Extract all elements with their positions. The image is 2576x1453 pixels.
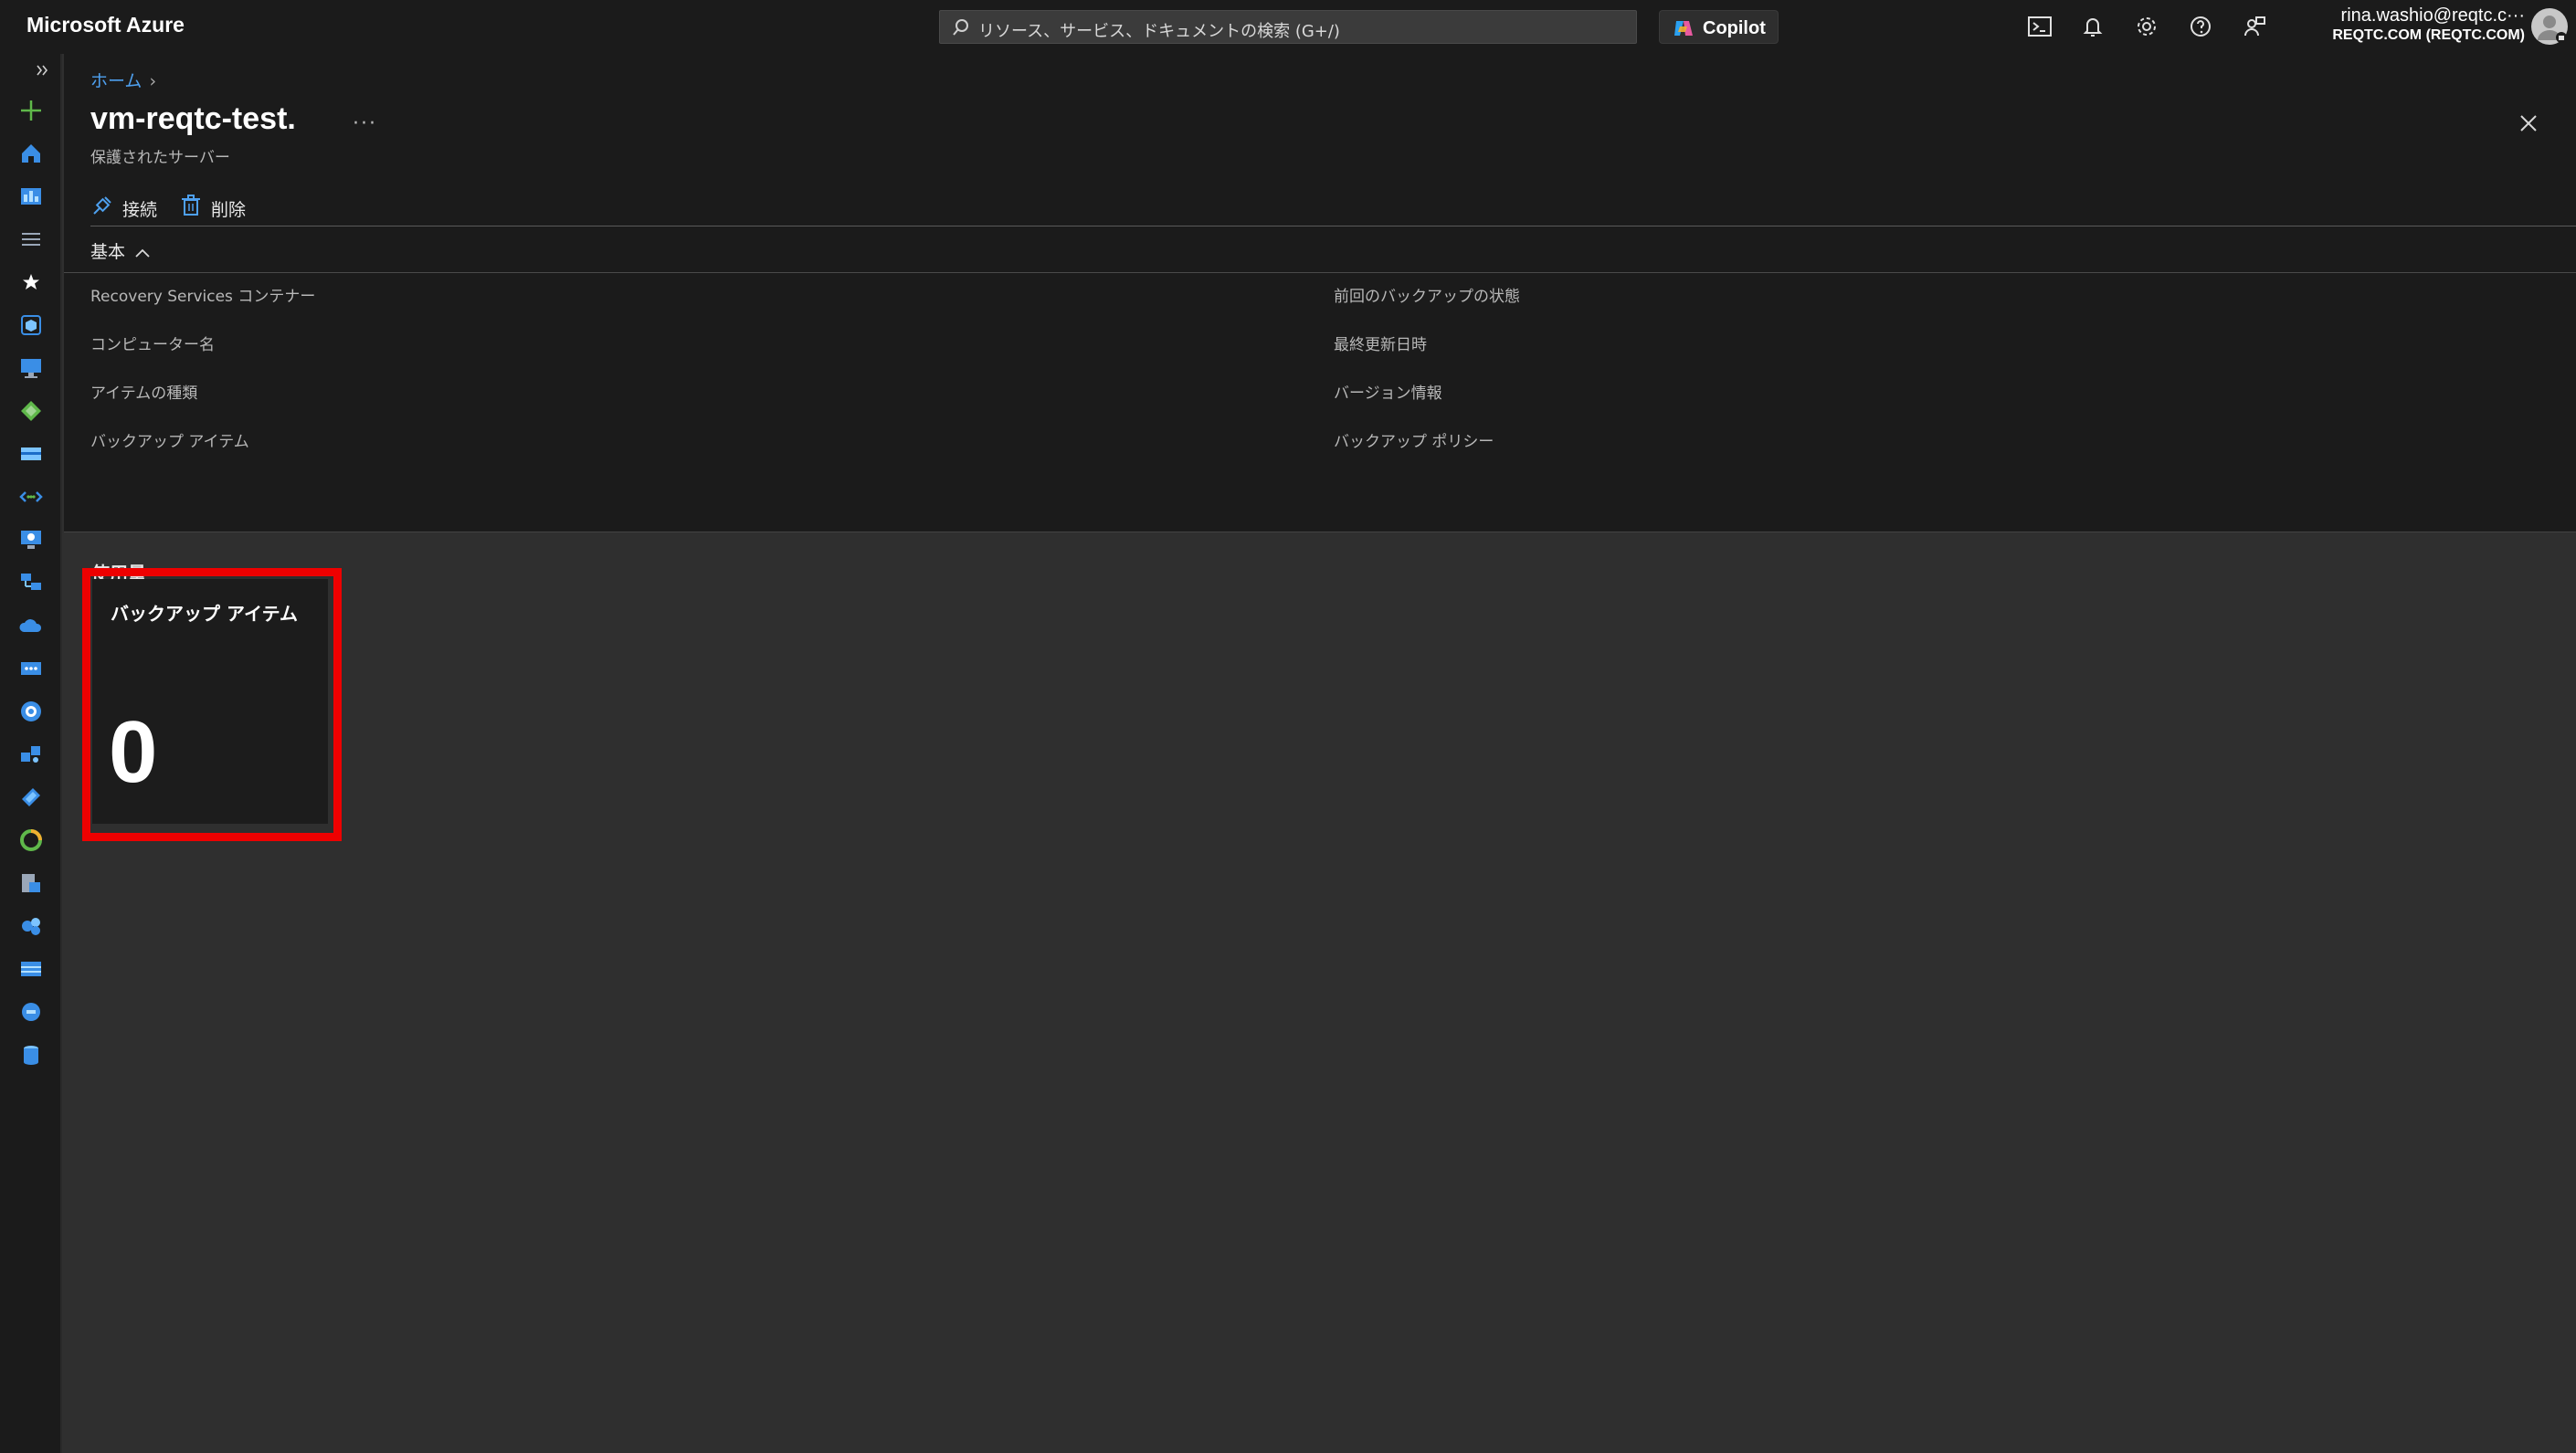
dashboard-icon[interactable] xyxy=(18,184,44,209)
settings-icon[interactable] xyxy=(2133,13,2160,40)
tile-value: 0 xyxy=(109,703,158,801)
property-label: Recovery Services コンテナー xyxy=(90,288,316,306)
close-icon[interactable] xyxy=(2516,111,2541,136)
sql-icon[interactable] xyxy=(18,570,44,595)
left-nav-rail xyxy=(0,54,62,1453)
page-subtitle: 保護されたサーバー xyxy=(90,149,230,167)
delete-label: 削除 xyxy=(211,200,247,220)
connect-button[interactable]: 接続 xyxy=(90,188,178,225)
virtual-machines-icon[interactable] xyxy=(18,355,44,381)
defender-icon[interactable] xyxy=(18,827,44,853)
storage-icon[interactable] xyxy=(18,956,44,982)
more-actions-button[interactable]: ··· xyxy=(353,112,377,135)
home-icon[interactable] xyxy=(18,141,44,166)
global-search-input[interactable]: リソース、サービス、ドキュメントの検索 (G+/) xyxy=(939,10,1637,44)
azure-ad-icon[interactable] xyxy=(18,784,44,810)
notifications-icon[interactable] xyxy=(2079,13,2106,40)
divider xyxy=(64,272,2576,273)
create-resource-icon[interactable] xyxy=(18,98,44,123)
property-label: バックアップ アイテム xyxy=(90,433,249,451)
all-services-icon[interactable] xyxy=(18,226,44,252)
property-label: アイテムの種類 xyxy=(90,384,198,403)
database-icon[interactable] xyxy=(18,1042,44,1068)
breadcrumb-home-link[interactable]: ホーム xyxy=(90,71,142,91)
page-title: vm-reqtc-test. xyxy=(90,101,296,136)
trash-icon xyxy=(182,195,200,216)
property-label: 前回のバックアップの状態 xyxy=(1334,288,1520,306)
resource-groups-icon[interactable] xyxy=(18,312,44,338)
cost-icon[interactable] xyxy=(18,999,44,1025)
policy-icon[interactable] xyxy=(18,913,44,939)
copilot-label: Copilot xyxy=(1703,18,1766,38)
chevron-double-right-icon[interactable] xyxy=(35,63,49,78)
breadcrumb-chevron-icon: › xyxy=(149,71,157,91)
plug-icon xyxy=(93,196,111,215)
copilot-icon xyxy=(1674,21,1693,36)
property-label: 最終更新日時 xyxy=(1334,336,1427,354)
help-icon[interactable] xyxy=(2187,13,2214,40)
advisor-icon[interactable] xyxy=(18,699,44,724)
chevron-up-icon xyxy=(135,248,150,258)
cloud-services-icon[interactable] xyxy=(18,613,44,638)
monitor-icon[interactable] xyxy=(18,527,44,553)
tile-label: バックアップ アイテム xyxy=(111,603,298,625)
search-placeholder: リソース、サービス、ドキュメントの検索 (G+/) xyxy=(978,22,1340,41)
storage-accounts-icon[interactable] xyxy=(18,441,44,467)
feedback-icon[interactable] xyxy=(2241,13,2268,40)
brand-logo[interactable]: Microsoft Azure xyxy=(26,13,185,37)
cloud-shell-icon[interactable] xyxy=(2026,13,2053,40)
account-menu[interactable]: rina.washio@reqtc.c··· REQTC.COM (REQTC.… xyxy=(2332,5,2525,44)
blade-header: ホーム › vm-reqtc-test. ··· 保護されたサーバー 接続 削除 xyxy=(64,54,2576,532)
recovery-vault-icon[interactable] xyxy=(18,870,44,896)
search-icon xyxy=(953,19,968,36)
virtual-networks-icon[interactable] xyxy=(18,484,44,510)
essentials-label: 基本 xyxy=(90,242,126,262)
top-bar: Microsoft Azure リソース、サービス、ドキュメントの検索 (G+/… xyxy=(0,0,2576,54)
copilot-button[interactable]: Copilot xyxy=(1659,10,1779,44)
avatar[interactable] xyxy=(2530,7,2569,46)
essentials-toggle[interactable]: 基本 xyxy=(90,238,151,263)
breadcrumb: ホーム › xyxy=(90,68,156,92)
property-label: バックアップ ポリシー xyxy=(1334,433,1494,451)
app-services-icon[interactable] xyxy=(18,398,44,424)
favorites-icon[interactable] xyxy=(18,269,44,295)
property-label: コンピューター名 xyxy=(90,336,215,354)
account-tenant: REQTC.COM (REQTC.COM) xyxy=(2332,27,2525,43)
account-email: rina.washio@reqtc.c··· xyxy=(2340,5,2525,26)
delete-button[interactable]: 削除 xyxy=(179,188,261,225)
key-vault-icon[interactable] xyxy=(18,742,44,767)
backup-items-tile[interactable]: バックアップ アイテム 0 xyxy=(92,579,328,824)
property-label: バージョン情報 xyxy=(1334,384,1442,403)
load-balancers-icon[interactable] xyxy=(18,656,44,681)
connect-label: 接続 xyxy=(122,200,158,220)
